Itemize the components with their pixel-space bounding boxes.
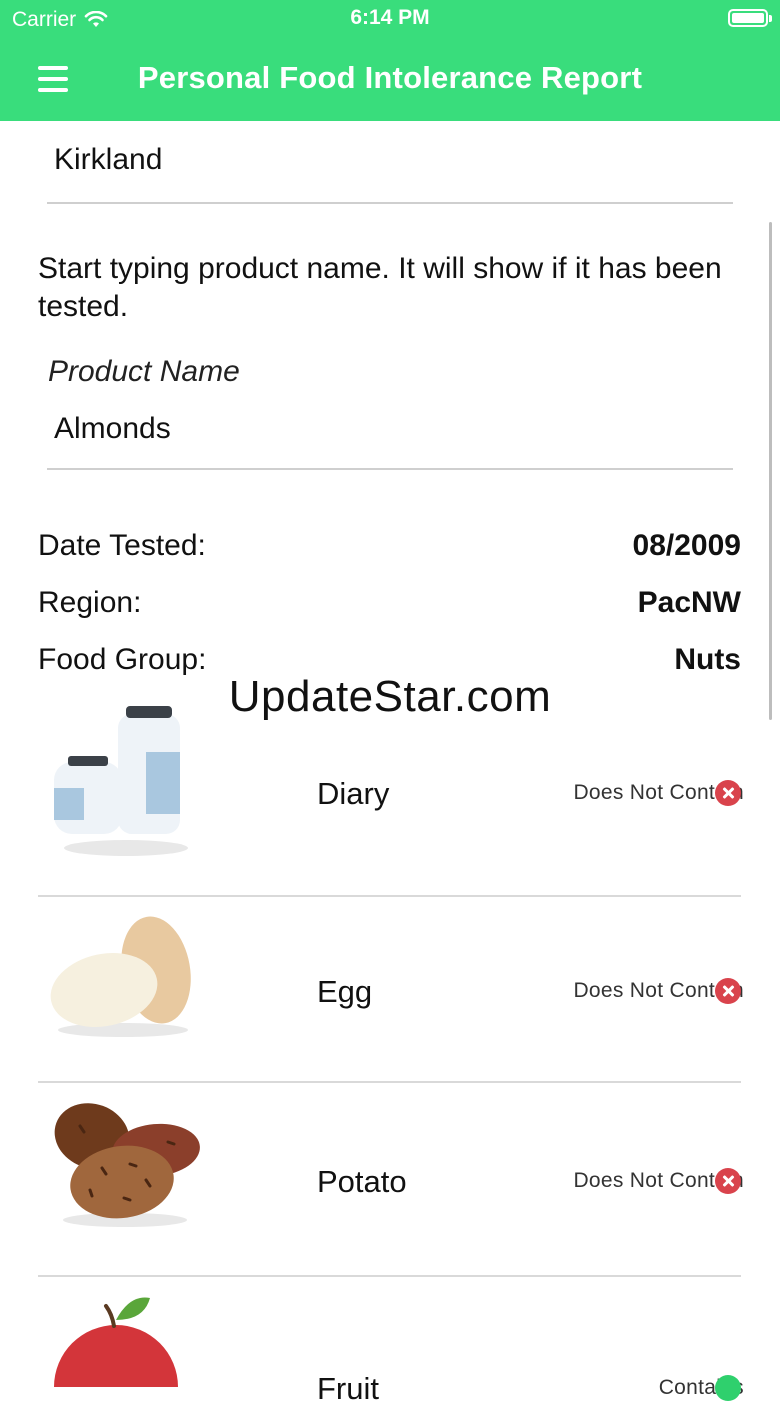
allergen-name: Potato <box>317 1164 407 1199</box>
product-name-field <box>47 400 733 470</box>
brand-field <box>47 121 733 204</box>
date-tested-label: Date Tested: <box>38 529 206 562</box>
page-title: Personal Food Intolerance Report <box>137 60 643 95</box>
product-name-input[interactable] <box>54 412 714 446</box>
potatoes-icon <box>54 1103 200 1227</box>
divider <box>38 1081 741 1083</box>
region-value: PacNW <box>637 586 741 619</box>
allergen-name: Diary <box>317 776 390 811</box>
divider <box>38 1275 741 1277</box>
product-name-label: Product Name <box>48 355 240 388</box>
red-x-circle-icon <box>715 978 741 1004</box>
eggs-icon <box>50 916 191 1037</box>
date-tested-value: 08/2009 <box>632 529 741 562</box>
allergen-name: Egg <box>317 974 373 1009</box>
milk-bottles-icon <box>54 706 188 856</box>
date-tested-row: Date Tested: 08/2009 <box>38 526 741 566</box>
red-x-circle-icon <box>715 780 741 806</box>
red-x-circle-icon <box>715 1168 741 1194</box>
helper-text: Start typing product name. It will show … <box>38 252 722 323</box>
allergen-name: Fruit <box>317 1371 379 1406</box>
scrollbar[interactable] <box>769 222 772 720</box>
battery-icon <box>728 9 772 27</box>
apple-icon <box>54 1297 178 1387</box>
header-bar: Carrier 6:14 PM Personal Food Intoleranc… <box>0 0 780 121</box>
status-time: 6:14 PM <box>350 6 430 29</box>
region-label: Region: <box>38 586 142 619</box>
brand-input[interactable] <box>54 143 714 177</box>
region-row: Region: PacNW <box>38 583 741 623</box>
green-circle-icon <box>715 1375 741 1401</box>
divider <box>38 895 741 897</box>
watermark: UpdateStar.com <box>228 672 552 721</box>
